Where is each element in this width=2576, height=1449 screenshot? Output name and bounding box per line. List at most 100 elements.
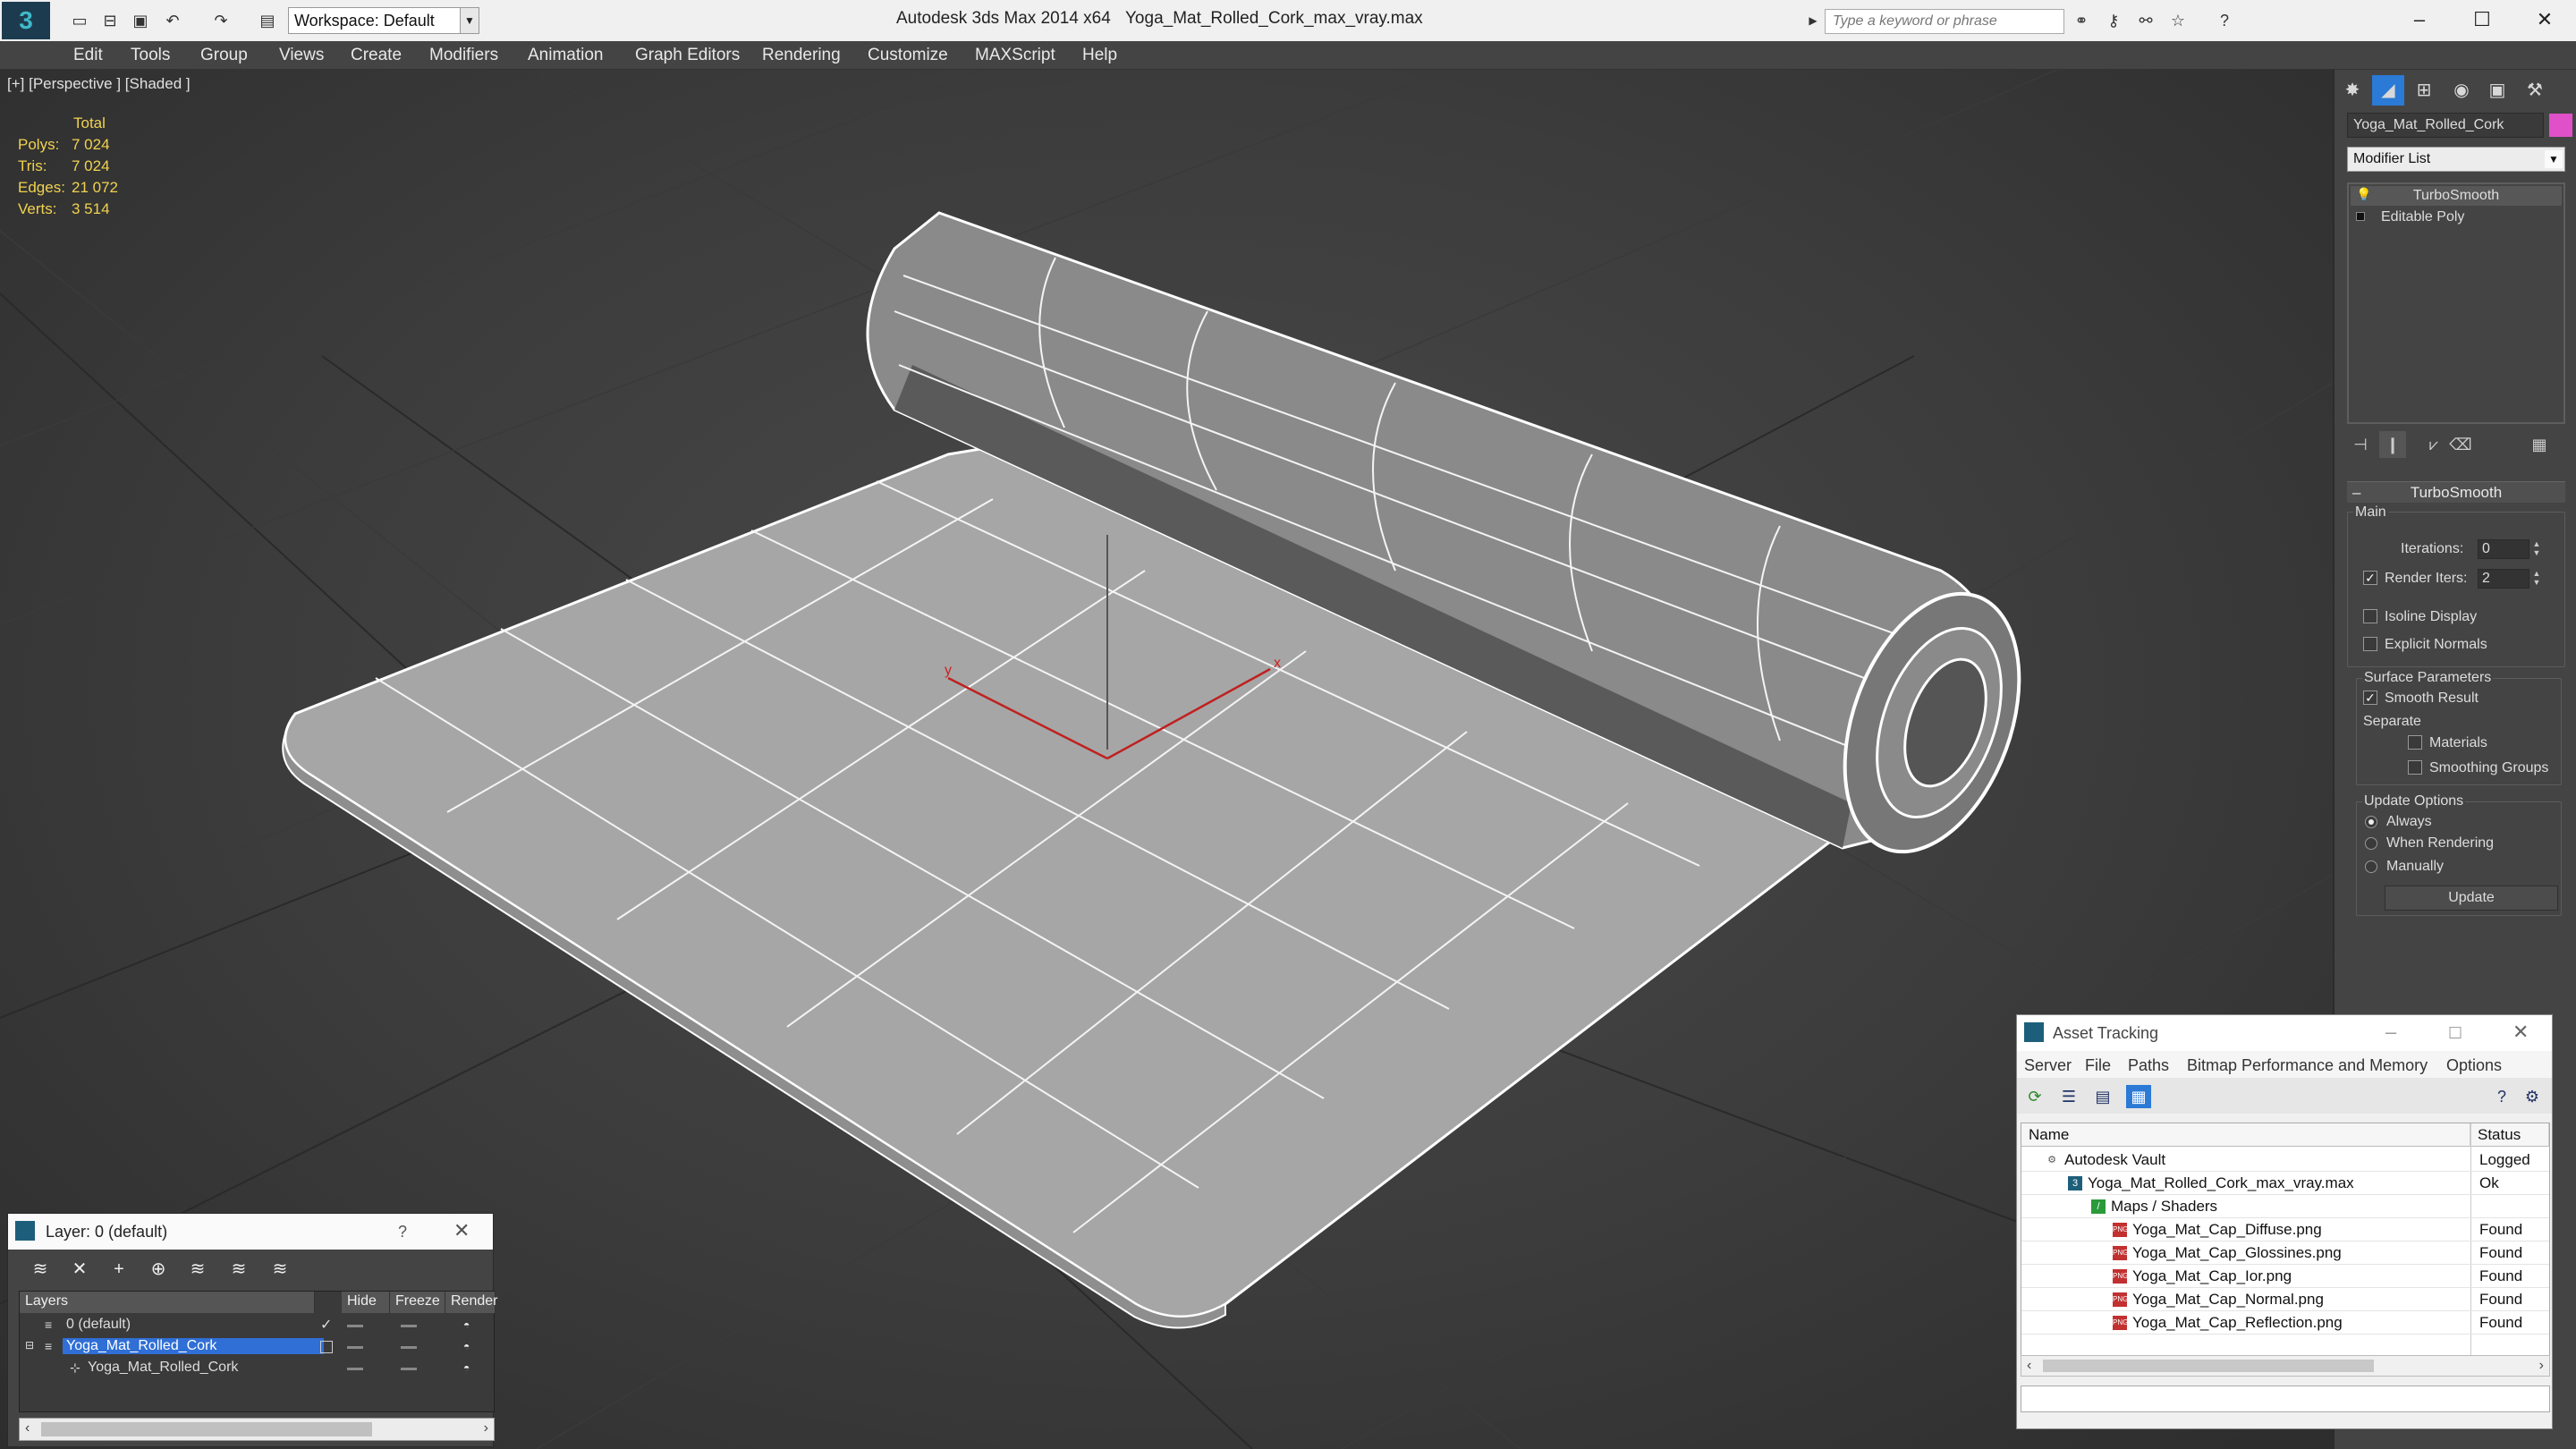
key-icon[interactable]: ⚷: [2104, 11, 2123, 30]
menu-graph-editors[interactable]: Graph Editors: [635, 46, 740, 65]
isoline-display-checkbox[interactable]: [2363, 609, 2377, 623]
scroll-left-icon[interactable]: ‹: [2027, 1358, 2031, 1374]
smooth-result-checkbox[interactable]: ✓: [2363, 691, 2377, 705]
remove-modifier-icon[interactable]: ⌫: [2447, 431, 2474, 458]
save-icon[interactable]: ▣: [131, 11, 150, 30]
expand-box-icon[interactable]: [2356, 212, 2365, 221]
update-button[interactable]: Update: [2385, 886, 2558, 911]
render-iters-checkbox[interactable]: ✓: [2363, 571, 2377, 585]
pin-stack-icon[interactable]: ⊣: [2347, 431, 2374, 458]
stack-item-turbosmooth[interactable]: 💡 TurboSmooth: [2351, 186, 2562, 206]
hierarchy-icon[interactable]: ⊞: [2408, 75, 2440, 106]
asset-row[interactable]: 3 Yoga_Mat_Rolled_Cork_max_vray.max Ok: [2021, 1172, 2549, 1195]
menu-help[interactable]: Help: [1082, 46, 1117, 65]
column-header-name[interactable]: Name: [2021, 1123, 2470, 1147]
lightbulb-icon[interactable]: 💡: [2356, 187, 2371, 202]
display-icon[interactable]: ▣: [2481, 75, 2513, 106]
add-to-layer-icon[interactable]: +: [106, 1257, 131, 1282]
asset-menu-bitmap-performance[interactable]: Bitmap Performance and Memory: [2187, 1056, 2428, 1075]
open-icon[interactable]: ⊟: [100, 11, 120, 30]
smoothing-groups-checkbox[interactable]: [2408, 760, 2422, 775]
column-header-layers[interactable]: Layers: [20, 1292, 315, 1313]
minimize-button[interactable]: –: [2399, 5, 2440, 34]
asset-menu-paths[interactable]: Paths: [2128, 1056, 2169, 1075]
new-file-icon[interactable]: ▭: [70, 11, 89, 30]
chevron-down-icon[interactable]: ▼: [2545, 150, 2563, 168]
asset-menu-server[interactable]: Server: [2024, 1056, 2072, 1075]
expand-arrow-icon[interactable]: ▶: [1803, 11, 1823, 30]
hide-toggle[interactable]: [347, 1325, 363, 1327]
menu-animation[interactable]: Animation: [528, 46, 604, 65]
create-icon[interactable]: ✸: [2336, 75, 2368, 106]
asset-path-field[interactable]: [2021, 1385, 2550, 1412]
spinner-arrows-icon[interactable]: ▲ ▼: [2531, 569, 2542, 589]
stack-item-editable-poly[interactable]: Editable Poly: [2351, 208, 2562, 227]
column-header-render[interactable]: Render: [445, 1292, 497, 1313]
communication-icon[interactable]: ⚯: [2136, 11, 2156, 30]
motion-icon[interactable]: ◉: [2445, 75, 2478, 106]
column-header-freeze[interactable]: Freeze: [390, 1292, 445, 1313]
table-view-icon[interactable]: ▦: [2126, 1085, 2151, 1108]
viewport-label[interactable]: [+] [Perspective ] [Shaded ]: [7, 75, 191, 93]
update-when-rendering-radio[interactable]: [2365, 837, 2377, 850]
undo-icon[interactable]: ↶: [163, 11, 182, 30]
horizontal-scrollbar[interactable]: ‹ ›: [19, 1418, 495, 1441]
close-button[interactable]: ✕: [2524, 5, 2565, 34]
update-always-radio[interactable]: [2365, 816, 2377, 828]
menu-create[interactable]: Create: [351, 46, 402, 65]
render-teapot-icon[interactable]: ◓: [463, 1340, 478, 1352]
app-logo-icon[interactable]: 3: [2, 2, 50, 39]
asset-tracking-titlebar[interactable]: Asset Tracking – ☐ ✕: [2017, 1015, 2552, 1051]
horizontal-scrollbar[interactable]: ‹ ›: [2021, 1355, 2550, 1377]
asset-menu-file[interactable]: File: [2085, 1056, 2111, 1075]
help-cursor-icon[interactable]: ⚙: [2520, 1085, 2545, 1108]
asset-row[interactable]: PNG Yoga_Mat_Cap_Normal.png Found: [2021, 1288, 2549, 1311]
scrollbar-thumb[interactable]: [2043, 1360, 2374, 1372]
hide-toggle[interactable]: [347, 1346, 363, 1349]
render-iters-spinner[interactable]: 2: [2478, 569, 2529, 589]
scroll-right-icon[interactable]: ›: [2539, 1358, 2544, 1374]
column-header-status[interactable]: Status: [2470, 1123, 2549, 1147]
select-objects-icon[interactable]: ⊕: [146, 1257, 171, 1282]
refresh-icon[interactable]: ⟳: [2022, 1085, 2047, 1108]
delete-layer-icon[interactable]: ✕: [67, 1257, 92, 1282]
star-icon[interactable]: ☆: [2168, 11, 2188, 30]
spinner-arrows-icon[interactable]: ▲ ▼: [2531, 539, 2542, 559]
layer-row[interactable]: ≡ 0 (default) ✓ ◓: [20, 1315, 494, 1336]
turbosmooth-rollout-header[interactable]: – TurboSmooth: [2347, 481, 2565, 503]
update-manually-radio[interactable]: [2365, 860, 2377, 873]
menu-maxscript[interactable]: MAXScript: [975, 46, 1055, 65]
menu-edit[interactable]: Edit: [73, 46, 103, 65]
maximize-button[interactable]: ☐: [2448, 1024, 2462, 1043]
layer-dialog-titlebar[interactable]: Layer: 0 (default) ? ✕: [8, 1214, 493, 1250]
modify-icon[interactable]: ◢: [2372, 75, 2404, 106]
help-icon[interactable]: ?: [2215, 11, 2234, 30]
active-layer-check-icon[interactable]: ✓: [320, 1316, 332, 1334]
asset-row[interactable]: PNG Yoga_Mat_Cap_Reflection.png Found: [2021, 1311, 2549, 1335]
asset-row[interactable]: / Maps / Shaders: [2021, 1195, 2549, 1218]
hide-all-icon[interactable]: ≋: [226, 1257, 251, 1282]
show-end-result-icon[interactable]: ❙: [2379, 431, 2406, 458]
collapse-icon[interactable]: –: [2352, 482, 2360, 504]
collapse-icon[interactable]: ⊟: [25, 1339, 34, 1352]
modifier-list-dropdown[interactable]: Modifier List ▼: [2347, 147, 2565, 172]
object-color-swatch[interactable]: [2549, 114, 2572, 137]
chevron-down-icon[interactable]: ▼: [460, 7, 479, 34]
asset-row[interactable]: PNG Yoga_Mat_Cap_Ior.png Found: [2021, 1265, 2549, 1288]
render-teapot-icon[interactable]: ◓: [463, 1361, 478, 1374]
workspace-dropdown[interactable]: Workspace: Default: [288, 7, 479, 34]
binoculars-icon[interactable]: ⚭: [2072, 11, 2091, 30]
utilities-icon[interactable]: ⚒: [2519, 75, 2551, 106]
scroll-left-icon[interactable]: ‹: [25, 1420, 30, 1436]
close-button[interactable]: ✕: [2512, 1021, 2529, 1044]
freeze-toggle[interactable]: [401, 1346, 417, 1349]
menu-views[interactable]: Views: [279, 46, 324, 65]
close-button[interactable]: ✕: [453, 1219, 470, 1242]
menu-group[interactable]: Group: [200, 46, 248, 65]
menu-modifiers[interactable]: Modifiers: [429, 46, 498, 65]
asset-menu-options[interactable]: Options: [2446, 1056, 2502, 1075]
scroll-right-icon[interactable]: ›: [484, 1420, 488, 1436]
object-name-field[interactable]: Yoga_Mat_Rolled_Cork: [2347, 113, 2544, 138]
active-layer-box-icon[interactable]: [320, 1341, 333, 1353]
layer-row[interactable]: ⊟ ≡ Yoga_Mat_Rolled_Cork ◓: [20, 1336, 494, 1358]
